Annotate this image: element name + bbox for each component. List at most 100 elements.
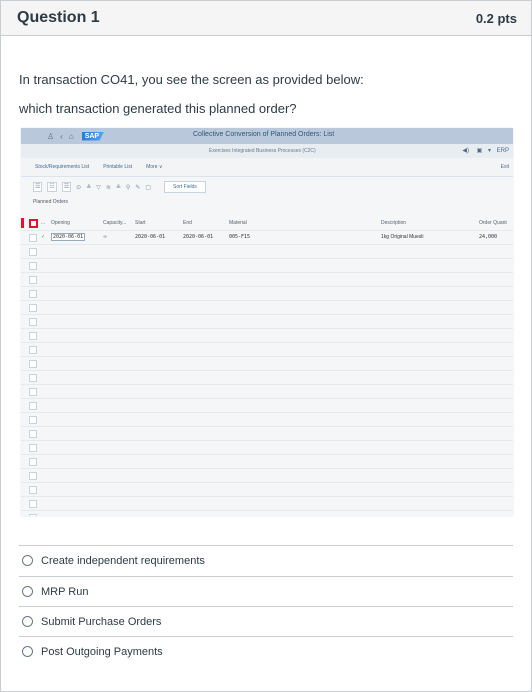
empty-grid-row	[21, 483, 513, 497]
back-icon: ‹	[60, 131, 63, 141]
row-checkbox	[29, 276, 37, 284]
col-order-quantity: Order Quant	[479, 220, 507, 226]
empty-grid-row	[21, 441, 513, 455]
sap-menu-bar: Stock/Requirements List Printable List M…	[21, 158, 513, 177]
sum-icon: ≋	[105, 184, 111, 191]
row-checkbox	[29, 304, 37, 312]
selection-marker	[21, 218, 24, 228]
row-checkbox	[29, 472, 37, 480]
row-checkbox	[29, 318, 37, 326]
question-text-line1: In transaction CO41, you see the screen …	[19, 72, 364, 87]
sap-toolbar: ☰ ☷ ☰ ⊙ ≙ ▽ ≋ ≚ ⚲ ✎ ▢ Sort Fields	[21, 177, 513, 197]
layout-icon: ▣	[476, 148, 483, 154]
col-ellipsis: ...	[41, 220, 46, 226]
select-all-icon: ☰	[33, 182, 43, 192]
question-title: Question 1	[17, 9, 100, 26]
row-checkbox	[29, 402, 37, 410]
flag-icon: ▾	[487, 148, 491, 154]
question-text-line2: which transaction generated this planned…	[19, 101, 297, 116]
answer-label: Submit Purchase Orders	[41, 615, 162, 628]
document-icon: ▢	[145, 184, 152, 191]
empty-grid-row	[21, 427, 513, 441]
radio-button[interactable]	[22, 616, 33, 627]
table-row: ✓ 2020-06-01 ∞ 2020-06-01 2020-06-01 005…	[21, 231, 513, 245]
select-block-icon: ☷	[47, 182, 57, 192]
sap-shell-bar: ♙ ‹ ⌂ SAP Collective Conversion of Plann…	[21, 128, 513, 144]
grid-header-row: ... Opening Capacity... Start End Materi…	[21, 217, 513, 231]
cell-description: 1kg Original Muesli	[381, 234, 424, 240]
row-checkbox	[29, 360, 37, 368]
edit-icon: ✎	[135, 184, 141, 191]
cell-order-quantity: 24,000	[479, 234, 498, 240]
row-checkbox	[29, 374, 37, 382]
empty-grid-row	[21, 511, 513, 516]
row-checkbox	[29, 416, 37, 424]
radio-button[interactable]	[22, 646, 33, 657]
col-description: Description	[381, 220, 407, 226]
link-icon: ∞	[103, 234, 108, 240]
row-checkbox	[29, 486, 37, 494]
row-checkbox	[29, 458, 37, 466]
col-start: Start	[135, 220, 146, 226]
cell-end: 2020-06-01	[183, 234, 214, 240]
row-checkbox	[29, 332, 37, 340]
radio-button[interactable]	[22, 586, 33, 597]
answer-option-3[interactable]: Submit Purchase Orders	[19, 606, 513, 636]
chevron-down-icon: ∨	[158, 164, 163, 170]
empty-grid-row	[21, 259, 513, 273]
check-icon: ✓	[41, 234, 46, 240]
row-checkbox	[29, 290, 37, 298]
row-checkbox	[29, 514, 37, 516]
sap-subtitle-bar: Exercises Integrated Business Processes …	[21, 144, 513, 158]
empty-grid-row	[21, 329, 513, 343]
menu-printable-list: Printable List	[103, 164, 133, 170]
col-capacity: Capacity...	[103, 220, 127, 226]
empty-grid-row	[21, 455, 513, 469]
subtotal-icon: ≚	[115, 184, 121, 191]
question-card: Question 1 0.2 pts In transaction CO41, …	[0, 0, 532, 692]
speaker-icon: ◀)	[462, 148, 469, 154]
planned-orders-grid: ... Opening Capacity... Start End Materi…	[21, 217, 513, 516]
details-icon: ⊙	[76, 184, 82, 191]
empty-grid-row	[21, 245, 513, 259]
empty-grid-row	[21, 469, 513, 483]
empty-grid-row	[21, 413, 513, 427]
empty-grid-row	[21, 273, 513, 287]
sap-logo: SAP	[81, 131, 105, 141]
empty-grid-row	[21, 385, 513, 399]
select-all-checkbox	[29, 219, 38, 228]
cell-opening: 2020-06-01	[51, 233, 86, 241]
row-checkbox	[29, 388, 37, 396]
radio-button[interactable]	[22, 555, 33, 566]
empty-grid-row	[21, 371, 513, 385]
sap-screenshot: ♙ ‹ ⌂ SAP Collective Conversion of Plann…	[21, 128, 513, 516]
cell-material: 005-F15	[229, 234, 251, 240]
row-checkbox	[29, 234, 37, 242]
empty-rows	[21, 245, 513, 516]
question-points: 0.2 pts	[475, 10, 517, 26]
answer-option-2[interactable]: MRP Run	[19, 576, 513, 606]
home-icon: ⌂	[68, 131, 74, 141]
answer-label: Create independent requirements	[41, 554, 205, 567]
answer-option-1[interactable]: Create independent requirements	[19, 545, 513, 575]
answer-option-4[interactable]: Post Outgoing Payments	[19, 636, 513, 666]
deselect-icon: ☰	[61, 182, 72, 192]
answer-label: Post Outgoing Payments	[41, 645, 163, 658]
question-header: Question 1 0.2 pts	[1, 1, 531, 36]
sort-asc-icon: ≙	[86, 184, 92, 191]
sap-subtitle: Exercises Integrated Business Processes …	[209, 148, 316, 154]
user-icon: ♙	[47, 131, 55, 141]
row-checkbox	[29, 248, 37, 256]
empty-grid-row	[21, 343, 513, 357]
menu-exit: Exit	[500, 164, 509, 170]
row-checkbox	[29, 430, 37, 438]
row-checkbox	[29, 346, 37, 354]
menu-stock-requirements: Stock/Requirements List	[35, 164, 90, 170]
col-opening: Opening	[51, 220, 70, 226]
col-end: End	[183, 220, 192, 226]
row-checkbox	[29, 262, 37, 270]
find-icon: ⚲	[125, 184, 131, 191]
empty-grid-row	[21, 497, 513, 511]
sort-fields-button: Sort Fields	[164, 181, 206, 193]
menu-more: More ∨	[146, 164, 163, 170]
